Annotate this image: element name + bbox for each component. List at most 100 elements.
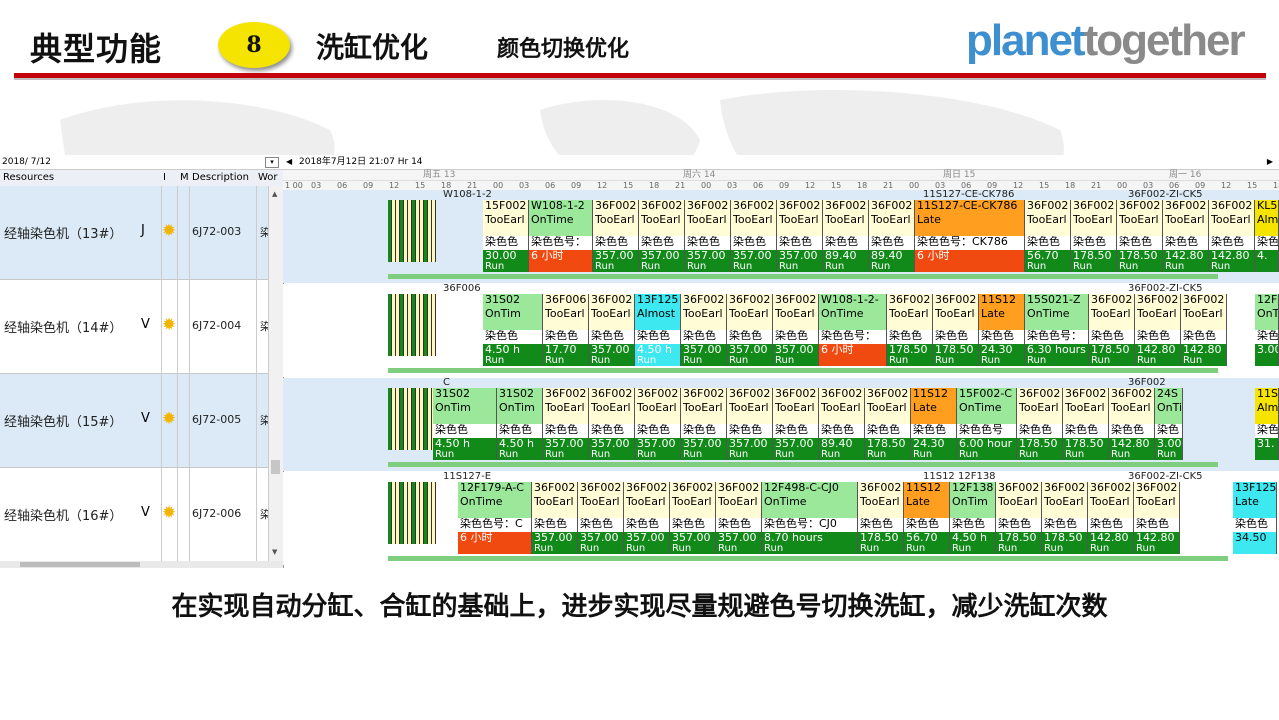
operation-block[interactable]: 36F002 TooEarl 染色色 357.00 Run xyxy=(731,200,777,272)
operation-dye-color: 染色色 xyxy=(819,424,864,438)
small-operation-block[interactable] xyxy=(432,200,436,262)
resource-horizontal-scrollbar[interactable] xyxy=(0,561,283,568)
operation-block[interactable]: 36F002 TooEarl 染色色 357.00 Run xyxy=(773,388,819,460)
operation-run: 56.70 Run xyxy=(1025,250,1070,272)
operation-block[interactable]: 36F002 TooEarl 染色色 178.50 Run xyxy=(1071,200,1117,272)
operation-block[interactable]: 24S OnTi 染色 3.00 Run xyxy=(1155,388,1183,460)
operation-block[interactable]: 36F002 TooEarl 染色色 142.80 Run xyxy=(1134,482,1180,554)
operation-block[interactable]: 36F002 TooEarl 染色色 357.00 Run xyxy=(727,388,773,460)
operation-block[interactable]: 36F002 TooEarl 染色色 357.00 Run xyxy=(589,388,635,460)
operation-block[interactable]: 36F002 TooEarl 染色色 178.50 Run xyxy=(1117,200,1163,272)
operation-block[interactable]: 36F002 TooEarl 染色色 357.00 Run xyxy=(639,200,685,272)
col-m[interactable]: M xyxy=(180,170,189,186)
gear-icon[interactable]: ✹ xyxy=(160,410,178,428)
operation-block[interactable]: 36F002 TooEarl 染色色 142.80 Run xyxy=(1088,482,1134,554)
operation-id: 36F002 xyxy=(1073,200,1115,212)
gear-icon[interactable]: ✹ xyxy=(160,316,178,334)
operation-block[interactable]: 12F179-A-C OnTime 染色色号：C 6 小时 xyxy=(458,482,532,554)
gear-icon[interactable]: ✹ xyxy=(160,222,178,240)
operation-block[interactable]: 36F002 TooEarl 染色色 357.00 Run xyxy=(777,200,823,272)
operation-block[interactable]: 36F002 TooEarl 染色色 178.50 Run xyxy=(865,388,911,460)
operation-block[interactable]: 36F002 TooEarl 染色色 89.40 Run xyxy=(823,200,869,272)
operation-block[interactable]: 31S02 OnTim 染色色 4.50 h Run xyxy=(497,388,543,460)
operation-block[interactable]: 36F002 TooEarl 染色色 178.50 Run xyxy=(887,294,933,366)
operation-block[interactable]: 11S12 Late 染色色 24.30 Run xyxy=(979,294,1025,366)
operation-id: 36F002 xyxy=(733,200,775,212)
operation-block[interactable]: 11S Almo 染色31. xyxy=(1255,388,1279,460)
operation-block[interactable]: 36F002 TooEarl 染色色 142.80 Run xyxy=(1109,388,1155,460)
col-description[interactable]: Description xyxy=(192,170,249,186)
operation-block[interactable]: 11S12 Late 染色色 24.30 Run xyxy=(911,388,957,460)
operation-block[interactable]: 12F498-C-CJ0 OnTime 染色色号：CJ0 8.70 hours Run xyxy=(762,482,858,554)
resource-row[interactable]: 经轴染色机（15#） V ✹ 6J72-005 染 xyxy=(0,374,271,468)
scroll-thumb[interactable] xyxy=(271,460,280,474)
operation-block[interactable]: 36F002 TooEarl 染色色 357.00 Run xyxy=(727,294,773,366)
operation-block[interactable]: 36F002 TooEarl 染色色 357.00 Run xyxy=(578,482,624,554)
resource-row[interactable]: 经轴染色机（14#） V ✹ 6J72-004 染 xyxy=(0,280,271,374)
col-i[interactable]: I xyxy=(163,170,166,186)
scroll-thumb[interactable] xyxy=(20,562,140,567)
operation-block[interactable]: 31S02 OnTim 染色色 4.50 h Run xyxy=(433,388,497,460)
operation-block[interactable]: 36F002 TooEarl 染色色 357.00 Run xyxy=(635,388,681,460)
operation-block[interactable]: 36F002 TooEarl 染色色 56.70 Run xyxy=(1025,200,1071,272)
resource-row[interactable]: 经轴染色机（16#） V ✹ 6J72-006 染 xyxy=(0,468,271,562)
operation-block[interactable]: 36F002 TooEarl 染色色 357.00 Run xyxy=(532,482,578,554)
resource-date-bar[interactable]: 2018/ 7/12 ▾ xyxy=(0,155,283,170)
operation-block[interactable]: 36F002 TooEarl 染色色 178.50 Run xyxy=(1042,482,1088,554)
operation-block[interactable]: 36F002 TooEarl 染色色 89.40 Run xyxy=(819,388,865,460)
calendar-dropdown-icon[interactable]: ▾ xyxy=(265,157,279,168)
operation-block[interactable]: 36F002 TooEarl 染色色 142.80 Run xyxy=(1135,294,1181,366)
operation-block[interactable]: 36F002 TooEarl 染色色 178.50 Run xyxy=(933,294,979,366)
operation-block[interactable]: 36F006 TooEarl 染色色 17.70 Run xyxy=(543,294,589,366)
operation-block[interactable]: 12F138 OnTim 染色色 4.50 h Run xyxy=(950,482,996,554)
col-wor[interactable]: Wor xyxy=(258,170,278,186)
operation-block[interactable]: W108-1-2 OnTime 染色色号： 6 小时 xyxy=(529,200,593,272)
operation-id: 36F002 xyxy=(545,388,587,400)
small-operation-block[interactable] xyxy=(432,482,436,544)
operation-block[interactable]: 15F002 TooEarl 染色色 30.00 Run xyxy=(483,200,529,272)
operation-block[interactable]: 36F002 TooEarl 染色色 178.50 Run xyxy=(858,482,904,554)
col-resources[interactable]: Resources xyxy=(3,170,54,186)
gear-icon[interactable]: ✹ xyxy=(160,504,178,522)
operation-block[interactable]: 31S02 OnTim 染色色 4.50 h Run xyxy=(483,294,543,366)
scroll-down-icon[interactable]: ▼ xyxy=(272,548,277,556)
operation-block[interactable]: 36F002 TooEarl 染色色 357.00 Run xyxy=(543,388,589,460)
operation-block[interactable]: 11S12 Late 染色色 56.70 Run xyxy=(904,482,950,554)
small-operation-block[interactable] xyxy=(432,294,436,356)
operation-block[interactable]: 36F002 TooEarl 染色色 142.80 Run xyxy=(1181,294,1227,366)
operation-id: 36F002 xyxy=(860,482,902,494)
operation-block[interactable]: 12F OnTi 染色3.00 xyxy=(1255,294,1279,366)
resource-row[interactable]: 经轴染色机（13#） J ✹ 6J72-003 染 xyxy=(0,186,271,280)
operation-status: TooEarl xyxy=(775,308,815,320)
operation-block[interactable]: 36F002 TooEarl 染色色 142.80 Run xyxy=(1163,200,1209,272)
operation-block[interactable]: 36F002 TooEarl 染色色 357.00 Run xyxy=(624,482,670,554)
operation-run: 56.70 Run xyxy=(904,532,949,554)
scroll-left-icon[interactable]: ◀ xyxy=(286,155,292,169)
operation-block[interactable]: 15S021-Z OnTime 染色色号： 6.30 hours Run xyxy=(1025,294,1089,366)
operation-block[interactable]: 36F002 TooEarl 染色色 357.00 Run xyxy=(681,388,727,460)
operation-block[interactable]: W108-1-2- OnTime 染色色号： 6 小时 xyxy=(819,294,887,366)
operation-block[interactable]: 36F002 TooEarl 染色色 357.00 Run xyxy=(670,482,716,554)
operation-block[interactable]: 11S127-CE-CK786 Late 染色色号：CK786 6 小时 xyxy=(915,200,1025,272)
scroll-up-icon[interactable]: ▲ xyxy=(272,190,277,198)
resource-vertical-scrollbar[interactable]: ▲ ▼ xyxy=(268,186,283,561)
operation-block[interactable]: KL5 Almo 染色4. xyxy=(1255,200,1279,272)
operation-block[interactable]: 13F125 Late 染色色 34.50 xyxy=(1233,482,1277,554)
operation-block[interactable]: 36F002 TooEarl 染色色 357.00 Run xyxy=(681,294,727,366)
operation-id: 24S xyxy=(1157,388,1178,400)
operation-block[interactable]: 36F002 TooEarl 染色色 357.00 Run xyxy=(593,200,639,272)
operation-block[interactable]: 13F125 Almost 染色色 4.50 h Run xyxy=(635,294,681,366)
operation-block[interactable]: 36F002 TooEarl 染色色 357.00 Run xyxy=(773,294,819,366)
operation-block[interactable]: 36F002 TooEarl 染色色 178.50 Run xyxy=(996,482,1042,554)
operation-block[interactable]: 36F002 TooEarl 染色色 142.80 Run xyxy=(1209,200,1255,272)
operation-block[interactable]: 36F002 TooEarl 染色色 357.00 Run xyxy=(716,482,762,554)
operation-block[interactable]: 36F002 TooEarl 染色色 357.00 Run xyxy=(685,200,731,272)
operation-block[interactable]: 36F002 TooEarl 染色色 357.00 Run xyxy=(589,294,635,366)
operation-block[interactable]: 36F002 TooEarl 染色色 178.50 Run xyxy=(1063,388,1109,460)
operation-block[interactable]: 36F002 TooEarl 染色色 178.50 Run xyxy=(1089,294,1135,366)
operation-block[interactable]: 36F002 TooEarl 染色色 178.50 Run xyxy=(1017,388,1063,460)
operation-dye-color: 染色色号：CK786 xyxy=(915,236,1024,250)
operation-block[interactable]: 36F002 TooEarl 染色色 89.40 Run xyxy=(869,200,915,272)
scroll-right-icon[interactable]: ▶ xyxy=(1267,155,1273,169)
operation-block[interactable]: 15F002-C OnTime 染色色号 6.00 hour Run xyxy=(957,388,1017,460)
